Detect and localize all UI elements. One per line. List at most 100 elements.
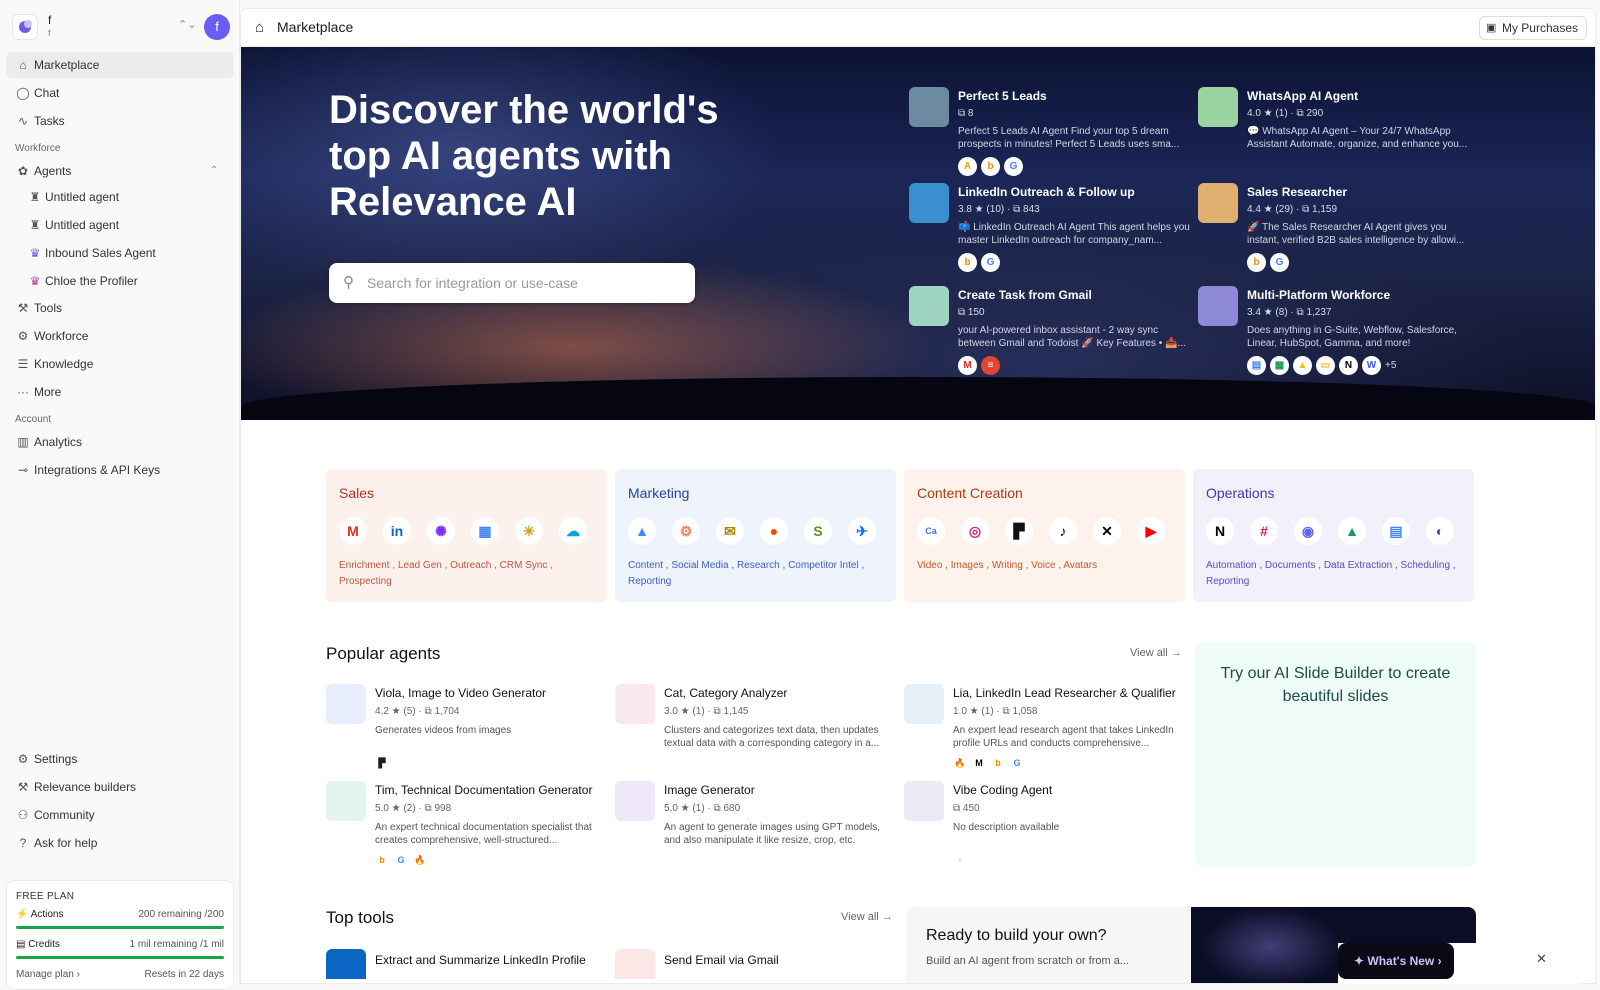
chevron-updown-icon[interactable]: ⌃⌄	[178, 18, 196, 31]
sidebar-item-tasks[interactable]: ∿ Tasks	[6, 108, 234, 134]
agent-item[interactable]: ♜ Untitled agent	[6, 184, 234, 210]
notion-icon: N	[1206, 517, 1234, 545]
agent-stats: ⧉ 8	[958, 108, 974, 119]
agent-item[interactable]: ♛ Inbound Sales Agent	[6, 240, 234, 266]
sidebar-item-builders[interactable]: ⚒ Relevance builders	[6, 774, 234, 800]
sidebar: f f ⌃⌄ f ⌂ Marketplace ◯ Chat ∿ Tasks Workf…	[0, 0, 240, 990]
google-drive-icon: ▲	[1293, 356, 1312, 375]
google-slides-icon: ▭	[1316, 356, 1335, 375]
sidebar-item-chat[interactable]: ◯ Chat	[6, 80, 234, 106]
bing-icon: b	[995, 757, 1001, 768]
sidebar-item-analytics[interactable]: ▥ Analytics	[6, 429, 234, 455]
agent-avatar	[1198, 183, 1238, 223]
sidebar-item-more[interactable]: ··· More	[6, 379, 234, 405]
tool-card[interactable]: Send Email via Gmail	[615, 949, 895, 979]
integration-icons: bG	[1247, 253, 1293, 273]
popular-agent-card[interactable]: Cat, Category Analyzer 3.0 ★ (1) · ⧉ 1,1…	[615, 684, 895, 774]
sidebar-item-agents[interactable]: ✿ Agents ⌃	[6, 158, 234, 184]
sidebar-item-marketplace[interactable]: ⌂ Marketplace	[6, 52, 234, 78]
plan-card: FREE PLAN ⚡ Actions 200 remaining /200 ▤…	[6, 880, 234, 990]
search-input[interactable]	[367, 271, 677, 295]
tool-card[interactable]: Extract and Summarize LinkedIn Profile	[326, 949, 606, 979]
chevron-up-icon[interactable]: ⌃	[210, 158, 218, 184]
agent-avatar	[326, 684, 366, 724]
category-name: Operations	[1206, 485, 1275, 501]
agent-name: Cat, Category Analyzer	[664, 686, 788, 700]
category-tags: Automation , Documents , Data Extraction…	[1206, 560, 1456, 587]
featured-agent[interactable]: LinkedIn Outreach & Follow up 3.8 ★ (10)…	[909, 183, 1190, 283]
agent-desc: No description available	[953, 822, 1060, 833]
sidebar-item-knowledge[interactable]: ☰ Knowledge	[6, 351, 234, 377]
category-card-content-creation[interactable]: Content Creation Ca ◎ ▛ ♪ ✕ ▶ Video , Images …	[904, 469, 1185, 602]
google-icon: G	[1013, 757, 1021, 768]
category-name: Content Creation	[917, 485, 1023, 501]
featured-agent[interactable]: WhatsApp AI Agent 4.0 ★ (1) · ⧉ 290 💬 Wh…	[1198, 87, 1478, 187]
agent-name: LinkedIn Outreach & Follow up	[958, 185, 1135, 199]
category-card-sales[interactable]: Sales Min ✺ ▦ ✳ ☁ Enrichment , Lead Gen , Ou…	[326, 469, 607, 602]
workspace-switcher[interactable]: f f ⌃⌄ f	[12, 12, 236, 42]
workforce-icon: ⚙	[17, 329, 29, 343]
popular-agent-card[interactable]: Lia, LinkedIn Lead Researcher & Qualifie…	[904, 684, 1184, 774]
view-all-tools-link[interactable]: View all →	[841, 911, 893, 923]
agent-item[interactable]: ♛ Chloe the Profiler	[6, 268, 234, 294]
sidebar-item-integrations[interactable]: ⊸ Integrations & API Keys	[6, 457, 234, 483]
fire-icon: 🔥	[954, 757, 966, 768]
mailchimp-icon: ✉	[716, 517, 744, 545]
canva-icon: Ca	[917, 517, 945, 545]
sidebar-item-label: Analytics	[34, 435, 83, 449]
agent-stats: ⧉ 150	[958, 307, 985, 318]
popular-agent-card[interactable]: Tim, Technical Documentation Generator 5…	[326, 781, 606, 871]
agents-icon: ✿	[17, 164, 29, 178]
featured-agent[interactable]: Sales Researcher 4.4 ★ (29) · ⧉ 1,159 🚀 …	[1198, 183, 1478, 283]
agent-avatar	[909, 183, 949, 223]
popular-agent-card[interactable]: Viola, Image to Video Generator 4.2 ★ (5…	[326, 684, 606, 774]
sidebar-item-label: Marketplace	[34, 58, 100, 72]
workspace-name: f	[48, 13, 52, 27]
my-purchases-button[interactable]: ▣ My Purchases	[1478, 16, 1587, 40]
close-icon[interactable]: ✕	[1536, 951, 1547, 967]
category-card-operations[interactable]: Operations N # ◉ ▲ ▤ ◐ Automation , Documents…	[1193, 469, 1474, 602]
sidebar-item-settings[interactable]: ⚙ Settings	[6, 746, 234, 772]
view-all-popular-link[interactable]: View all →	[1130, 647, 1182, 659]
agent-item-label: Untitled agent	[45, 218, 120, 232]
sidebar-item-workforce[interactable]: ⚙ Workforce	[6, 323, 234, 349]
agent-desc: Does anything in G-Suite, Webflow, Sales…	[1247, 325, 1457, 349]
agent-item-label: Untitled agent	[45, 190, 120, 204]
google-docs-icon: ▤	[1247, 356, 1266, 375]
sidebar-item-community[interactable]: ⚇ Community	[6, 802, 234, 828]
sidebar-item-help[interactable]: ? Ask for help	[6, 830, 234, 856]
category-card-marketing[interactable]: Marketing ▲ ⚙ ✉ ● S ✈ Content , Social Media …	[615, 469, 896, 602]
sidebar-item-tools[interactable]: ⚒ Tools	[6, 295, 234, 321]
featured-agent[interactable]: Create Task from Gmail ⧉ 150 your AI-pow…	[909, 286, 1189, 386]
search-box[interactable]: ⚲	[329, 263, 695, 303]
bag-icon: ▣	[1485, 22, 1497, 34]
section-account: Account	[15, 414, 52, 425]
build-subtitle: Build an AI agent from scratch or from a…	[926, 955, 1129, 967]
todoist-icon: ≡	[981, 356, 1000, 375]
actions-progress-bar	[16, 926, 224, 929]
agent-name: Sales Researcher	[1247, 185, 1348, 199]
google-calendar-icon: ▦	[471, 517, 499, 545]
agent-desc: 🚀 The Sales Researcher AI Agent gives yo…	[1247, 222, 1465, 246]
avatar[interactable]: f	[204, 14, 230, 40]
community-icon: ⚇	[17, 808, 29, 822]
hero-banner: Discover the world's top AI agents with …	[241, 47, 1595, 420]
agent-avatar-icon: ♜	[29, 190, 41, 204]
agent-avatar-icon: ♛	[29, 274, 41, 288]
agent-item[interactable]: ♜ Untitled agent	[6, 212, 234, 238]
google-icon: G	[981, 253, 1000, 272]
instagram-icon: ◎	[961, 517, 989, 545]
google-icon: G	[397, 854, 405, 865]
activity-icon: ∿	[17, 114, 29, 128]
popular-agent-card[interactable]: Image Generator 5.0 ★ (1) · ⧉ 680 An age…	[615, 781, 895, 871]
build-title: Ready to build your own?	[926, 927, 1107, 944]
whats-new-button[interactable]: ✦ What's New ›	[1338, 943, 1454, 979]
manage-plan-link[interactable]: Manage plan ›	[16, 969, 80, 980]
popular-agent-card[interactable]: Vibe Coding Agent ⧉ 450 No description a…	[904, 781, 1184, 871]
topbar: ⌂ Marketplace ▣ My Purchases	[241, 9, 1595, 47]
slide-builder-promo[interactable]: Try our AI Slide Builder to create beaut…	[1195, 642, 1476, 867]
featured-agent[interactable]: Perfect 5 Leads ⧉ 8 Perfect 5 Leads AI A…	[909, 87, 1189, 187]
featured-agent[interactable]: Multi-Platform Workforce 3.4 ★ (8) · ⧉ 1…	[1198, 286, 1478, 386]
database-icon: ☰	[17, 357, 29, 371]
more-integrations-count: +5	[1385, 360, 1397, 371]
